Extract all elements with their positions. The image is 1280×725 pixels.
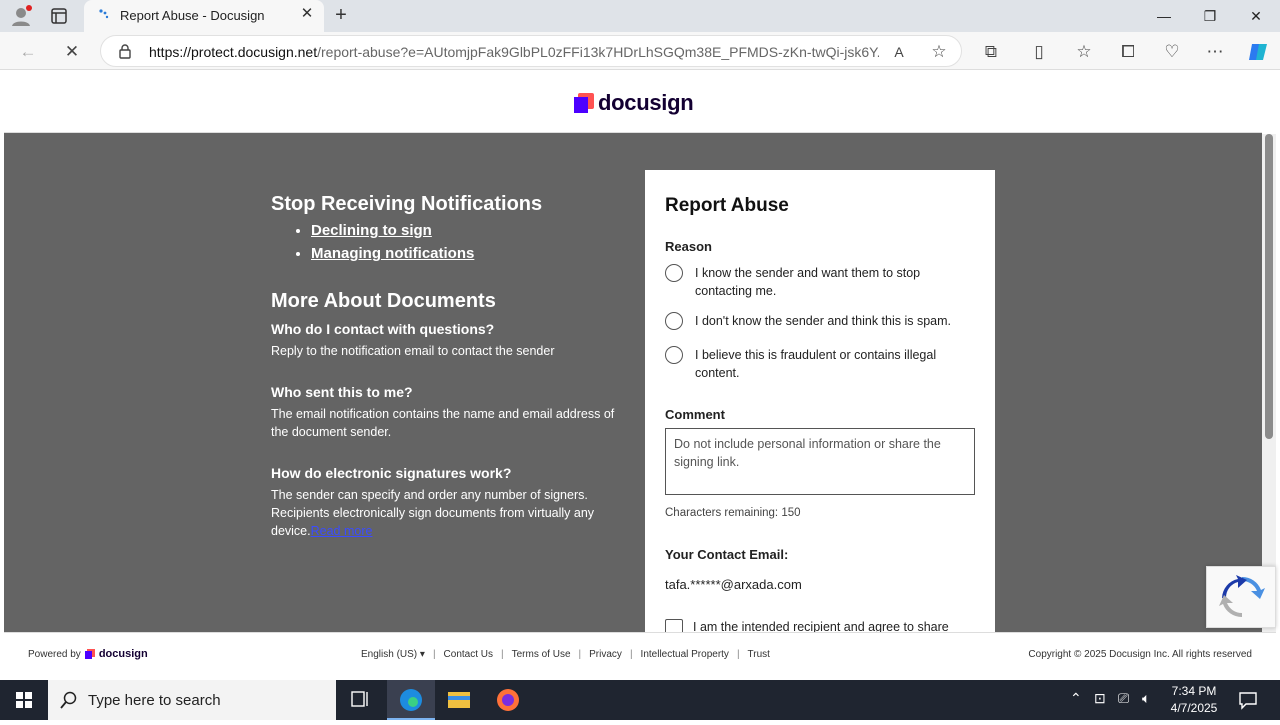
powered-by: Powered by docusign <box>28 648 148 660</box>
tab-title: Report Abuse - Docusign <box>120 8 265 23</box>
link-managing-notifications[interactable]: Managing notifications <box>311 245 631 262</box>
page-viewport: docusign Stop Receiving Notifications De… <box>4 70 1262 632</box>
tab-actions-icon[interactable] <box>50 7 68 25</box>
firefox-icon[interactable] <box>484 680 532 720</box>
contact-email-value: tafa.******@arxada.com <box>665 577 802 592</box>
copyright: Copyright © 2025 Docusign Inc. All right… <box>1028 649 1252 660</box>
intellectual-property-link[interactable]: Intellectual Property <box>641 649 729 660</box>
loading-favicon-icon <box>98 8 112 22</box>
url-path: /report-abuse?e=AUtomjpFak9GlbPL0zFFi13k… <box>317 44 879 60</box>
recaptcha-badge[interactable] <box>1206 566 1276 628</box>
address-bar-row: ← ✕ https://protect.docusign.net/report-… <box>0 32 1280 70</box>
faq-question: How do electronic signatures work? <box>271 465 512 481</box>
info-column: Stop Receiving Notifications Declining t… <box>271 193 631 540</box>
powered-by-text: Powered by <box>28 648 81 660</box>
minimize-icon[interactable]: — <box>1144 4 1184 28</box>
show-hidden-icons-icon[interactable]: ⌃ <box>1070 690 1082 707</box>
characters-remaining: Characters remaining: 150 <box>665 507 801 519</box>
heading-more-about-documents: More About Documents <box>271 290 496 312</box>
terms-of-use-link[interactable]: Terms of Use <box>512 649 571 660</box>
extensions-icon[interactable]: ⧉ <box>979 40 1003 64</box>
back-icon[interactable]: ← <box>16 40 40 64</box>
url-host: https://protect.docusign.net <box>149 44 318 60</box>
restore-icon[interactable]: ❐ <box>1190 4 1230 28</box>
collections-icon[interactable]: ⧠ <box>1116 40 1140 64</box>
consent-checkbox[interactable] <box>665 619 683 632</box>
radio-button[interactable] <box>665 264 683 282</box>
comment-label: Comment <box>665 407 725 422</box>
radio-button[interactable] <box>665 312 683 330</box>
system-clock[interactable]: 7:34 PM 4/7/2025 <box>1166 683 1222 717</box>
start-button[interactable] <box>0 680 48 720</box>
radio-button[interactable] <box>665 346 683 364</box>
faq-answer: The sender can specify and order any num… <box>271 486 631 540</box>
reason-text: I don't know the sender and think this i… <box>695 314 951 328</box>
notifications-icon[interactable] <box>1238 690 1258 710</box>
contact-email-label: Your Contact Email: <box>665 547 789 562</box>
link-declining-to-sign[interactable]: Declining to sign <box>311 222 631 239</box>
more-icon[interactable]: ⋯ <box>1203 40 1227 64</box>
contact-us-link[interactable]: Contact Us <box>444 649 493 660</box>
logo-text: docusign <box>598 90 694 115</box>
read-aloud-icon[interactable]: A <box>887 40 911 64</box>
new-tab-button[interactable]: + <box>330 4 352 26</box>
task-view-icon[interactable] <box>336 680 384 720</box>
recaptcha-icon <box>1219 575 1265 618</box>
site-info-icon[interactable] <box>117 43 133 59</box>
page-footer: Powered by docusign English (US) ▾ | Conta… <box>4 632 1276 680</box>
favorites-icon[interactable]: ☆ <box>1072 40 1096 64</box>
meet-now-icon[interactable]: ⊡ <box>1094 690 1106 707</box>
search-placeholder: Type here to search <box>88 692 221 709</box>
tab-report-abuse[interactable]: Report Abuse - Docusign ✕ <box>84 0 324 32</box>
reason-text: I know the sender and want them to stop … <box>695 266 921 298</box>
close-window-icon[interactable]: ✕ <box>1236 4 1276 28</box>
stop-loading-icon[interactable]: ✕ <box>60 40 84 64</box>
clock-time: 7:34 PM <box>1171 684 1217 698</box>
faq-question: Who sent this to me? <box>271 384 413 400</box>
scrollbar-thumb[interactable] <box>1265 134 1273 439</box>
url-field[interactable]: https://protect.docusign.net/report-abus… <box>100 35 962 67</box>
docusign-logo-mark-icon <box>574 93 594 113</box>
taskbar-search[interactable]: Type here to search <box>48 680 336 720</box>
footer-links: English (US) ▾ | Contact Us | Terms of Use | P… <box>361 649 770 660</box>
clock-date: 4/7/2025 <box>1170 701 1218 715</box>
windows-taskbar: Type here to search ⌃ ⊡ ⎚ 🔈︎ 7:34 PM 4/7… <box>0 680 1280 720</box>
profile-icon[interactable] <box>10 5 32 27</box>
faq-question: Who do I contact with questions? <box>271 321 495 337</box>
file-explorer-icon[interactable] <box>435 680 483 720</box>
notification-links: Declining to sign Managing notifications <box>271 222 631 262</box>
docusign-logo: docusign <box>574 90 694 116</box>
heading-stop-notifications: Stop Receiving Notifications <box>271 193 543 215</box>
content-area: Stop Receiving Notifications Declining t… <box>4 133 1262 632</box>
tab-bar: Report Abuse - Docusign ✕ + — ❐ ✕ <box>0 0 1280 32</box>
report-abuse-form: Report Abuse Reason I know the sender an… <box>645 170 995 632</box>
page-scrollbar[interactable] <box>1262 134 1276 632</box>
volume-icon[interactable]: 🔈︎ <box>1142 690 1150 707</box>
close-tab-icon[interactable]: ✕ <box>298 5 316 23</box>
privacy-link[interactable]: Privacy <box>589 649 622 660</box>
form-title: Report Abuse <box>665 195 789 216</box>
site-header: docusign <box>4 70 1262 133</box>
reason-text: I believe this is fraudulent or contains… <box>695 348 937 380</box>
trust-link[interactable]: Trust <box>748 649 770 660</box>
split-screen-icon[interactable]: ▯ <box>1027 40 1051 64</box>
faq-answer: The email notification contains the name… <box>271 407 615 439</box>
search-icon <box>60 691 78 709</box>
reason-label: Reason <box>665 239 712 254</box>
edge-taskbar-icon[interactable] <box>387 680 435 720</box>
browser-essentials-icon[interactable]: ♡ <box>1160 40 1184 64</box>
favorite-star-icon[interactable]: ☆ <box>927 40 951 64</box>
consent-text: I am the intended recipient and agree to… <box>693 620 949 632</box>
read-more-link[interactable]: Read more <box>311 524 373 538</box>
footer-logo-text: docusign <box>98 648 148 660</box>
comment-textarea[interactable]: Do not include personal information or s… <box>665 428 975 495</box>
network-icon[interactable]: ⎚ <box>1118 690 1129 707</box>
language-selector[interactable]: English (US) ▾ <box>361 649 425 660</box>
docusign-logo-mark-icon <box>84 649 95 659</box>
faq-answer: Reply to the notification email to conta… <box>271 344 555 358</box>
copilot-icon[interactable] <box>1246 40 1270 64</box>
windows-logo-icon <box>16 692 32 708</box>
